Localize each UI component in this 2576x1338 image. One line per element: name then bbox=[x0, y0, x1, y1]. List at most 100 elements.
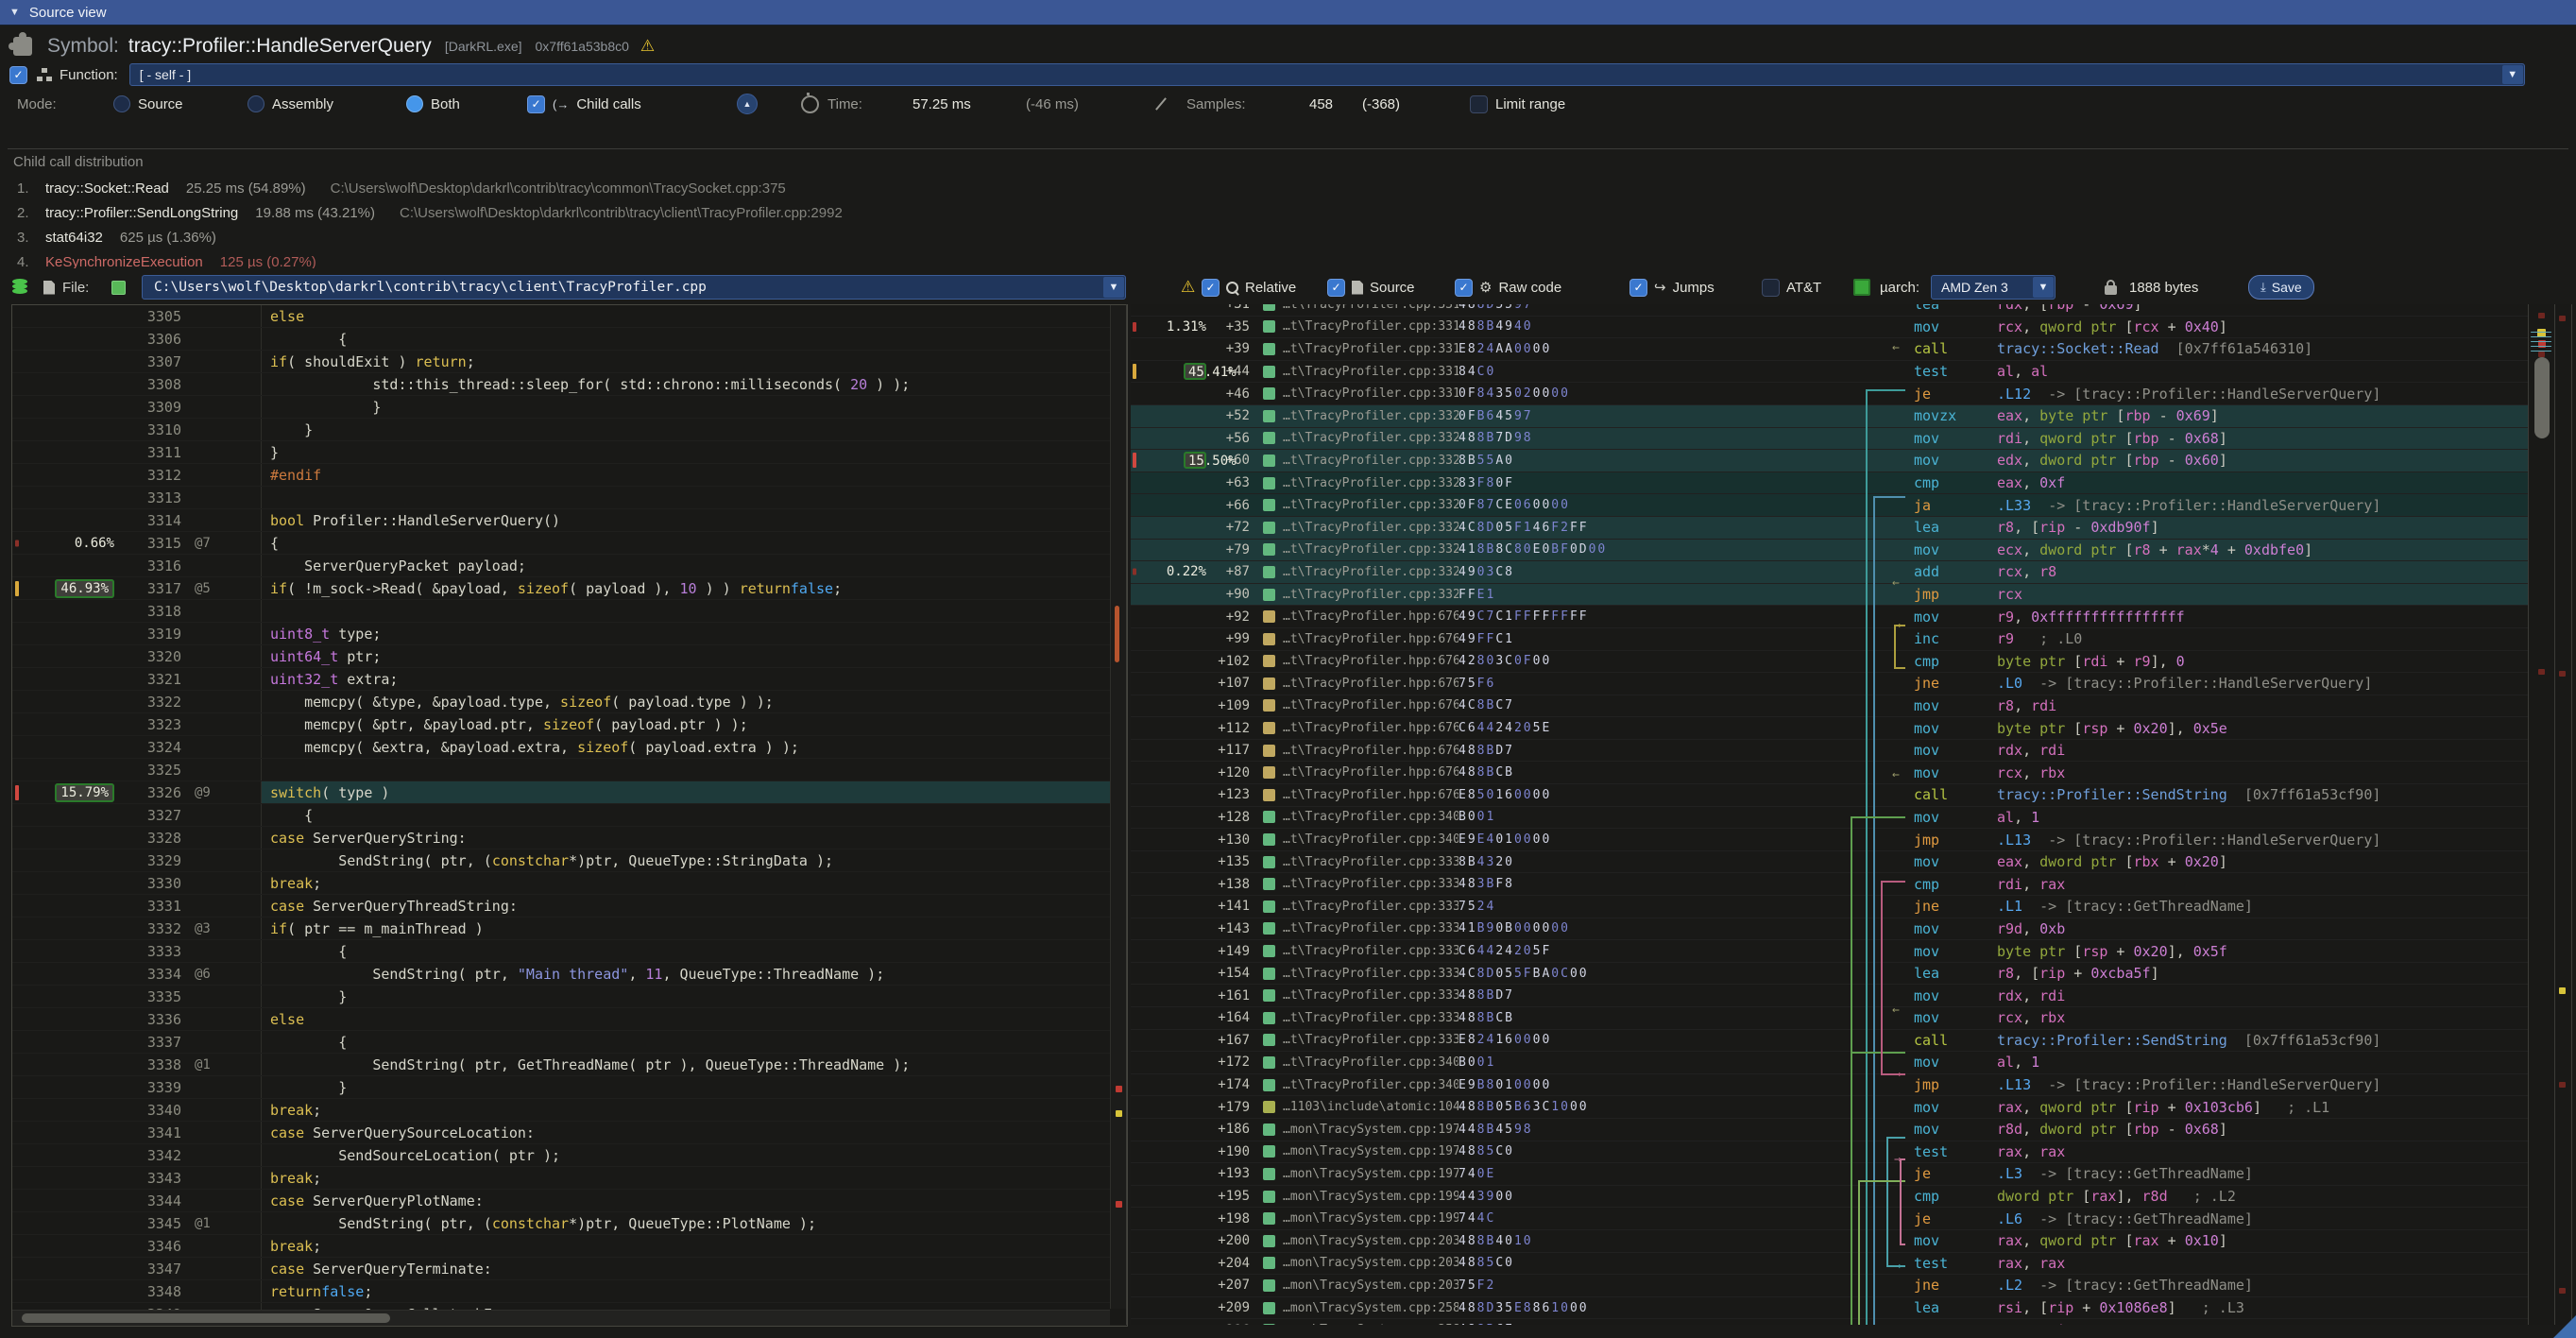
source-line[interactable]: 3346 break; bbox=[12, 1235, 1127, 1258]
source-line[interactable]: 3313 bbox=[12, 487, 1127, 509]
source-line[interactable]: 3322 memcpy( &type, &payload.type, sizeo… bbox=[12, 691, 1127, 713]
asm-row[interactable]: 1.31%+35…t\TracyProfiler.cpp:3317488B494… bbox=[1131, 317, 2529, 339]
asm-row[interactable]: +154…t\TracyProfiler.cpp:33344C8D055FBA0… bbox=[1131, 963, 2529, 986]
asm-row[interactable]: +130…t\TracyProfiler.cpp:3401E9E4010000j… bbox=[1131, 829, 2529, 851]
asm-row[interactable]: +209…mon\TracySystem.cpp:258488D35E88610… bbox=[1131, 1297, 2529, 1320]
asm-row[interactable]: +138…t\TracyProfiler.cpp:3332483BF8cmprd… bbox=[1131, 873, 2529, 896]
asm-row[interactable]: +216…mon\TracySystem.cpp:258488BCEmovrcx… bbox=[1131, 1319, 2529, 1325]
asm-row[interactable]: +141…t\TracyProfiler.cpp:33327524jne.L1 … bbox=[1131, 896, 2529, 918]
source-line[interactable]: 0.66%3315@7{ bbox=[12, 532, 1127, 555]
asm-row[interactable]: +56…t\TracyProfiler.cpp:3326488B7D98movr… bbox=[1131, 428, 2529, 451]
asm-row[interactable]: +66…t\TracyProfiler.cpp:33260F87CE060000… bbox=[1131, 494, 2529, 517]
child-call-item[interactable]: 1.tracy::Socket::Read25.25 ms (54.89%)C:… bbox=[0, 176, 2576, 200]
source-line[interactable]: 3334@6 SendString( ptr, "Main thread", 1… bbox=[12, 963, 1127, 986]
source-line[interactable]: 46.93%3317@5 if( !m_sock->Read( &payload… bbox=[12, 577, 1127, 600]
asm-row[interactable]: +31…t\TracyProfiler.cpp:3317488D5597lear… bbox=[1131, 304, 2529, 317]
asm-row[interactable]: +92…t\TracyProfiler.hpp:67649C7C1FFFFFFF… bbox=[1131, 606, 2529, 628]
source-line[interactable]: 3307 if( shouldExit ) return; bbox=[12, 351, 1127, 373]
asm-row[interactable]: +123…t\TracyProfiler.hpp:676E850160000ca… bbox=[1131, 784, 2529, 807]
source-line[interactable]: 3311} bbox=[12, 441, 1127, 464]
child-call-item[interactable]: 4.KeSynchronizeExecution125 µs (0.27%) bbox=[0, 249, 2576, 268]
asm-row[interactable]: 45.41%+44…t\TracyProfiler.cpp:331784C0te… bbox=[1131, 361, 2529, 384]
source-line[interactable]: 3321 uint32_t extra; bbox=[12, 668, 1127, 691]
source-line[interactable]: 3342 SendSourceLocation( ptr ); bbox=[12, 1144, 1127, 1167]
source-line[interactable]: 3305 else bbox=[12, 305, 1127, 328]
asm-row[interactable]: +204…mon\TracySystem.cpp:2034885C0testra… bbox=[1131, 1253, 2529, 1276]
source-line[interactable]: 3337 { bbox=[12, 1031, 1127, 1054]
asm-row[interactable]: +90…t\TracyProfiler.cpp:3326FFE1jmprcx bbox=[1131, 584, 2529, 607]
source-line[interactable]: 3340 break; bbox=[12, 1099, 1127, 1122]
source-line[interactable]: 3333 { bbox=[12, 940, 1127, 963]
function-checkbox[interactable]: ✓ bbox=[9, 66, 27, 84]
radio-both[interactable]: Both bbox=[406, 91, 460, 117]
child-call-item[interactable]: 3.stat64i32625 µs (1.36%) bbox=[0, 225, 2576, 249]
pane-divider[interactable] bbox=[1126, 304, 1127, 1325]
source-line[interactable]: 3348 return false; bbox=[12, 1280, 1127, 1303]
source-horizontal-scrollbar[interactable] bbox=[12, 1310, 1110, 1326]
chevron-down-icon[interactable]: ▼ bbox=[1103, 277, 1124, 298]
source-line[interactable]: 3309 } bbox=[12, 396, 1127, 419]
asm-row[interactable]: +39…t\TracyProfiler.cpp:3317E824AA0000ca… bbox=[1131, 338, 2529, 361]
resize-handle[interactable] bbox=[2553, 1315, 2576, 1338]
asm-row[interactable]: +172…t\TracyProfiler.cpp:3401B001moval, … bbox=[1131, 1052, 2529, 1074]
asm-row[interactable]: +109…t\TracyProfiler.hpp:6764C8BC7movr8,… bbox=[1131, 695, 2529, 718]
source-line[interactable]: 3314bool Profiler::HandleServerQuery() bbox=[12, 509, 1127, 532]
source-line[interactable]: 3310 } bbox=[12, 419, 1127, 441]
child-call-item[interactable]: 2.tracy::Profiler::SendLongString19.88 m… bbox=[0, 200, 2576, 225]
att-checkbox[interactable]: ✓AT&T bbox=[1762, 272, 1821, 302]
asm-row[interactable]: +63…t\TracyProfiler.cpp:332683F80Fcmpeax… bbox=[1131, 472, 2529, 495]
source-line[interactable]: 3327 { bbox=[12, 804, 1127, 827]
asm-row[interactable]: +102…t\TracyProfiler.hpp:67642803C0F00cm… bbox=[1131, 651, 2529, 674]
source-line[interactable]: 3347 case ServerQueryTerminate: bbox=[12, 1258, 1127, 1280]
collapse-child-calls-button[interactable]: ▲ bbox=[737, 91, 758, 117]
radio-source[interactable]: Source bbox=[113, 91, 183, 117]
chevron-down-icon[interactable]: ▼ bbox=[2502, 65, 2523, 84]
child-calls-checkbox[interactable]: ✓(→Child calls bbox=[527, 91, 641, 117]
source-line[interactable]: 3328 case ServerQueryString: bbox=[12, 827, 1127, 849]
asm-row[interactable]: +164…t\TracyProfiler.cpp:3334488BCBmovrc… bbox=[1131, 1007, 2529, 1030]
asm-row[interactable]: +46…t\TracyProfiler.cpp:33170F8435020000… bbox=[1131, 383, 2529, 405]
source-line[interactable]: 3323 memcpy( &ptr, &payload.ptr, sizeof(… bbox=[12, 713, 1127, 736]
source-line[interactable]: 3329 SendString( ptr, (const char*)ptr, … bbox=[12, 849, 1127, 872]
source-line[interactable]: 3324 memcpy( &extra, &payload.extra, siz… bbox=[12, 736, 1127, 759]
source-line[interactable]: 3331 case ServerQueryThreadString: bbox=[12, 895, 1127, 918]
relative-checkbox[interactable]: ✓Relative bbox=[1202, 272, 1296, 302]
asm-row[interactable]: +99…t\TracyProfiler.hpp:67649FFC1incr9 ;… bbox=[1131, 628, 2529, 651]
source-line[interactable]: 3325 bbox=[12, 759, 1127, 781]
asm-row[interactable]: +72…t\TracyProfiler.cpp:33264C8D05F146F2… bbox=[1131, 517, 2529, 540]
asm-row[interactable]: +186…mon\TracySystem.cpp:197448B4598movr… bbox=[1131, 1119, 2529, 1141]
source-line[interactable]: 3306 { bbox=[12, 328, 1127, 351]
asm-row[interactable]: +143…t\TracyProfiler.cpp:333441B90B00000… bbox=[1131, 918, 2529, 941]
collapse-icon[interactable]: ▼ bbox=[9, 7, 20, 18]
asm-row[interactable]: +198…mon\TracySystem.cpp:199744Cje.L6 ->… bbox=[1131, 1208, 2529, 1230]
source-line[interactable]: 3316 ServerQueryPacket payload; bbox=[12, 555, 1127, 577]
jumps-checkbox[interactable]: ✓↪Jumps bbox=[1629, 272, 1714, 302]
source-line[interactable]: 3308 std::this_thread::sleep_for( std::c… bbox=[12, 373, 1127, 396]
asm-row[interactable]: +120…t\TracyProfiler.hpp:676488BCBmovrcx… bbox=[1131, 762, 2529, 784]
source-line[interactable]: 3335 } bbox=[12, 986, 1127, 1008]
asm-row[interactable]: +195…mon\TracySystem.cpp:199443900cmpdwo… bbox=[1131, 1186, 2529, 1209]
source-line[interactable]: 3318 bbox=[12, 600, 1127, 623]
asm-row[interactable]: +190…mon\TracySystem.cpp:1974885C0testra… bbox=[1131, 1141, 2529, 1164]
file-path-combo[interactable]: C:\Users\wolf\Desktop\darkrl\contrib\tra… bbox=[142, 275, 1126, 300]
save-button[interactable]: ⤓Save bbox=[2248, 272, 2314, 302]
raw-code-checkbox[interactable]: ✓⚙Raw code bbox=[1455, 272, 1561, 302]
limit-range-checkbox[interactable]: ✓Limit range bbox=[1470, 91, 1565, 117]
source-line[interactable]: 15.79%3326@9 switch( type ) bbox=[12, 781, 1127, 804]
source-line[interactable]: 3339 } bbox=[12, 1076, 1127, 1099]
source-line[interactable]: 3350 QueueCallstackFrame( ptr ); bbox=[12, 1326, 1127, 1327]
asm-row[interactable]: +128…t\TracyProfiler.cpp:3401B001moval, … bbox=[1131, 807, 2529, 830]
asm-row[interactable]: +135…t\TracyProfiler.cpp:33328B4320movea… bbox=[1131, 851, 2529, 874]
asm-row[interactable]: +79…t\TracyProfiler.cpp:3326418B8C80E0BF… bbox=[1131, 540, 2529, 562]
source-line[interactable]: 3330 break; bbox=[12, 872, 1127, 895]
asm-row[interactable]: 0.22%+87…t\TracyProfiler.cpp:33264903C8a… bbox=[1131, 561, 2529, 584]
asm-row[interactable]: +107…t\TracyProfiler.hpp:67675F6jne.L0 -… bbox=[1131, 673, 2529, 695]
asm-row[interactable]: +161…t\TracyProfiler.cpp:3334488BD7movrd… bbox=[1131, 985, 2529, 1007]
asm-row[interactable]: +207…mon\TracySystem.cpp:20375F2jne.L2 -… bbox=[1131, 1275, 2529, 1297]
asm-row[interactable]: +200…mon\TracySystem.cpp:203488B4010movr… bbox=[1131, 1230, 2529, 1253]
radio-assembly[interactable]: Assembly bbox=[247, 91, 333, 117]
source-line[interactable]: 3345@1 SendString( ptr, (const char*)ptr… bbox=[12, 1212, 1127, 1235]
asm-row[interactable]: +149…t\TracyProfiler.cpp:3334C64424205Fm… bbox=[1131, 940, 2529, 963]
source-checkbox[interactable]: ✓Source bbox=[1327, 272, 1415, 302]
asm-row[interactable]: 15.50%+60…t\TracyProfiler.cpp:33268B55A0… bbox=[1131, 450, 2529, 472]
